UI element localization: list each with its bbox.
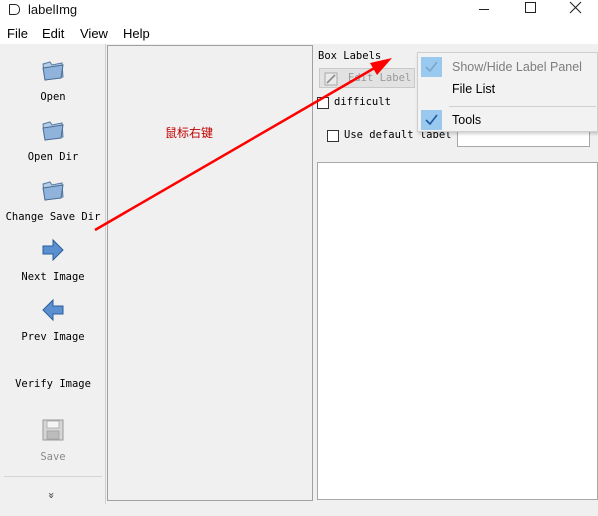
open-dir-label: Open Dir (27, 151, 79, 163)
close-button[interactable] (552, 0, 598, 22)
menu-item-file-list[interactable]: File List (418, 78, 597, 100)
next-image-label: Next Image (21, 271, 85, 283)
menu-view[interactable]: View (80, 26, 108, 41)
arrow-left-icon (42, 298, 64, 322)
close-icon (569, 1, 582, 14)
arrow-right-icon (42, 238, 64, 262)
next-image-button[interactable]: Next Image (0, 234, 106, 286)
menu-file[interactable]: File (7, 26, 28, 41)
menu-item-show-hide-label-panel[interactable]: Show/Hide Label Panel (418, 56, 597, 78)
app-icon (9, 4, 20, 15)
maximize-icon (525, 2, 536, 13)
use-default-label-checkbox[interactable] (327, 130, 339, 142)
menu-item-tools[interactable]: Tools (418, 109, 597, 131)
tool-bar: Open Open Dir Change Save Dir Next Image… (0, 44, 106, 504)
folder-icon (42, 181, 64, 201)
verify-image-label: Verify Image (15, 378, 91, 390)
prev-image-button[interactable]: Prev Image (0, 294, 106, 346)
check-mark-icon (421, 110, 442, 130)
check-mark-icon (421, 57, 442, 77)
verify-image-button[interactable]: Verify Image (0, 369, 106, 393)
chevron-double-down-icon[interactable]: » (45, 492, 58, 499)
difficult-label: difficult (334, 96, 391, 108)
menu-item-label: Tools (452, 113, 482, 127)
toolbar-separator (4, 476, 102, 477)
menu-item-label: Show/Hide Label Panel (452, 60, 582, 74)
folder-icon (42, 121, 64, 141)
prev-image-label: Prev Image (21, 331, 85, 343)
edit-label-text: Edit Label (348, 72, 412, 84)
annotation-text: 鼠标右键 (165, 126, 214, 140)
menu-separator (449, 106, 596, 107)
pencil-icon (324, 72, 338, 86)
save-button[interactable]: Save (0, 414, 106, 466)
floppy-disk-icon (42, 419, 64, 441)
image-canvas[interactable] (107, 45, 313, 501)
open-button[interactable]: Open (0, 54, 106, 106)
title-bar: labelImg (0, 0, 598, 22)
menu-help[interactable]: Help (123, 26, 150, 41)
status-bar (0, 504, 598, 516)
change-save-dir-button[interactable]: Change Save Dir (0, 174, 106, 226)
folder-icon (42, 61, 64, 81)
menu-edit[interactable]: Edit (42, 26, 64, 41)
menu-item-label: File List (452, 82, 496, 96)
context-menu: Show/Hide Label Panel File List Tools (417, 52, 598, 132)
minimize-icon (479, 9, 489, 10)
window-title: labelImg (28, 2, 78, 17)
edit-label-button[interactable]: Edit Label (319, 68, 415, 88)
menu-bar: File Edit View Help (0, 22, 598, 44)
open-label: Open (40, 91, 66, 103)
minimize-button[interactable] (461, 0, 507, 22)
difficult-checkbox[interactable] (317, 97, 329, 109)
change-save-dir-label: Change Save Dir (5, 211, 101, 223)
label-list[interactable] (317, 162, 598, 500)
maximize-button[interactable] (507, 0, 553, 22)
dock-title: Box Labels (318, 50, 382, 62)
save-label: Save (40, 451, 66, 463)
open-dir-button[interactable]: Open Dir (0, 114, 106, 166)
